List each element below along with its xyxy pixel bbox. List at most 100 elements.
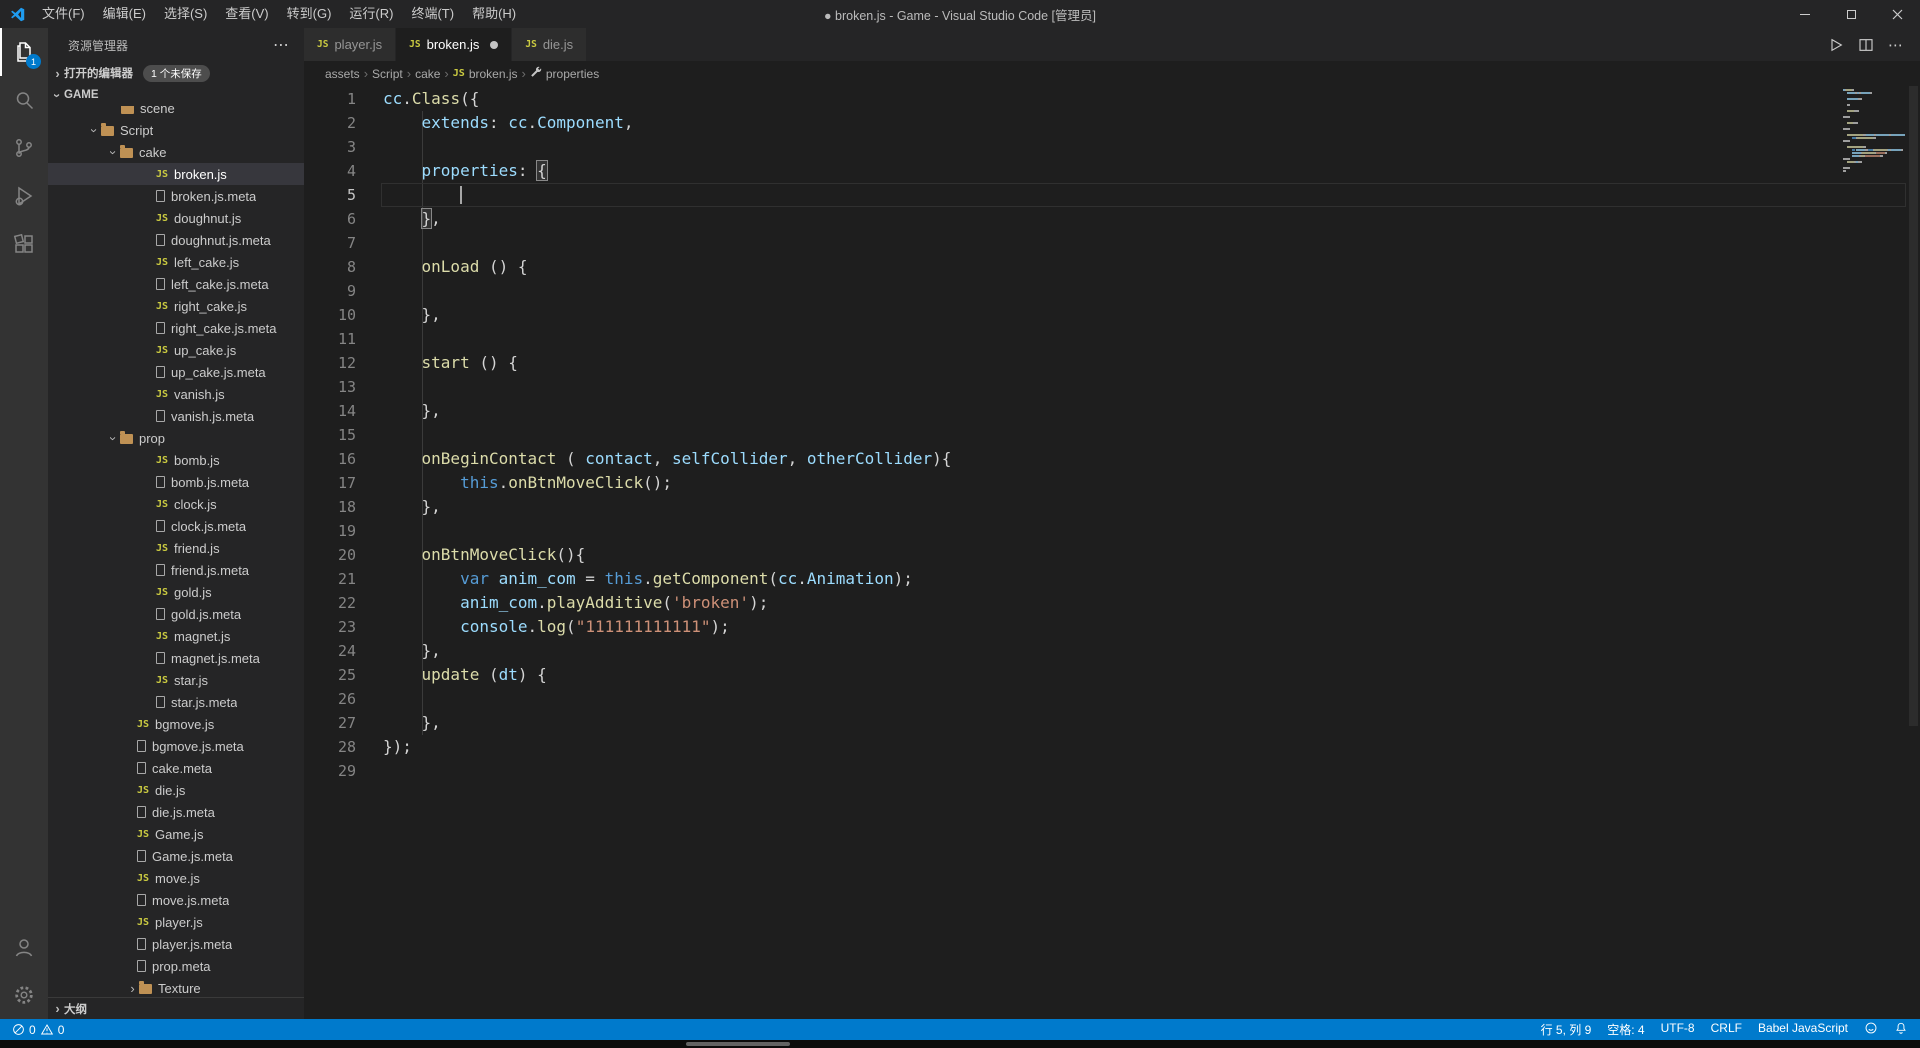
code-line-28[interactable]: 28}); — [304, 735, 1920, 759]
tab-broken.js[interactable]: JS broken.js — [396, 28, 513, 61]
tree-item-right_cake.js[interactable]: JS right_cake.js — [48, 295, 304, 317]
open-editors-section-header[interactable]: › 打开的编辑器 1 个未保存 — [48, 62, 304, 84]
notifications-button[interactable] — [1886, 1021, 1916, 1035]
code-line-17[interactable]: 17 this.onBtnMoveClick(); — [304, 471, 1920, 495]
breadcrumb-item-Script[interactable]: Script — [372, 67, 403, 81]
tree-item-scene[interactable]: scene — [48, 106, 304, 119]
outline-section-header[interactable]: › 大纲 — [48, 997, 304, 1019]
menu-item-6[interactable]: 运行(R) — [340, 0, 402, 28]
project-section-header[interactable]: › GAME — [48, 84, 304, 106]
tree-item-broken.js.meta[interactable]: broken.js.meta — [48, 185, 304, 207]
problems-status[interactable]: 0 0 — [4, 1023, 72, 1037]
language-mode-status[interactable]: Babel JavaScript — [1750, 1021, 1856, 1035]
editor-scrollbar[interactable] — [1906, 86, 1920, 1019]
code-line-13[interactable]: 13 — [304, 375, 1920, 399]
tree-item-clock.js.meta[interactable]: clock.js.meta — [48, 515, 304, 537]
code-line-27[interactable]: 27 }, — [304, 711, 1920, 735]
encoding-status[interactable]: UTF-8 — [1653, 1021, 1703, 1035]
tree-item-bgmove.js[interactable]: JS bgmove.js — [48, 713, 304, 735]
tree-item-player.js[interactable]: JS player.js — [48, 911, 304, 933]
unsaved-dot-icon[interactable] — [490, 40, 499, 49]
code-line-7[interactable]: 7 — [304, 231, 1920, 255]
search-activity-button[interactable] — [0, 76, 48, 124]
maximize-button[interactable] — [1828, 0, 1874, 28]
indentation-status[interactable]: 空格: 4 — [1599, 1021, 1652, 1038]
tree-item-broken.js[interactable]: JS broken.js — [48, 163, 304, 185]
tree-item-doughnut.js[interactable]: JS doughnut.js — [48, 207, 304, 229]
tree-item-up_cake.js[interactable]: JS up_cake.js — [48, 339, 304, 361]
breadcrumb-item-properties[interactable]: properties — [530, 66, 599, 81]
tree-item-left_cake.js.meta[interactable]: left_cake.js.meta — [48, 273, 304, 295]
source-control-activity-button[interactable] — [0, 124, 48, 172]
feedback-button[interactable] — [1856, 1021, 1886, 1035]
tree-item-clock.js[interactable]: JS clock.js — [48, 493, 304, 515]
tree-item-player.js.meta[interactable]: player.js.meta — [48, 933, 304, 955]
tree-item-left_cake.js[interactable]: JS left_cake.js — [48, 251, 304, 273]
tree-item-Texture[interactable]: › Texture — [48, 977, 304, 997]
tree-item-Game.js[interactable]: JS Game.js — [48, 823, 304, 845]
breadcrumb-item-broken.js[interactable]: JS broken.js — [453, 67, 518, 81]
tree-item-Game.js.meta[interactable]: Game.js.meta — [48, 845, 304, 867]
tree-item-cake[interactable]: › cake — [48, 141, 304, 163]
tree-item-bomb.js[interactable]: JS bomb.js — [48, 449, 304, 471]
menu-item-7[interactable]: 终端(T) — [402, 0, 463, 28]
tree-item-vanish.js[interactable]: JS vanish.js — [48, 383, 304, 405]
menu-item-2[interactable]: 编辑(E) — [94, 0, 155, 28]
tree-item-prop[interactable]: › prop — [48, 427, 304, 449]
menu-item-8[interactable]: 帮助(H) — [463, 0, 525, 28]
tree-item-move.js[interactable]: JS move.js — [48, 867, 304, 889]
code-line-3[interactable]: 3 — [304, 135, 1920, 159]
menu-item-4[interactable]: 查看(V) — [216, 0, 277, 28]
menu-item-1[interactable]: 文件(F) — [33, 0, 94, 28]
run-button[interactable] — [1822, 31, 1850, 59]
tree-item-gold.js.meta[interactable]: gold.js.meta — [48, 603, 304, 625]
code-line-9[interactable]: 9 — [304, 279, 1920, 303]
code-line-8[interactable]: 8 onLoad () { — [304, 255, 1920, 279]
breadcrumb-item-assets[interactable]: assets — [325, 67, 360, 81]
tree-item-vanish.js.meta[interactable]: vanish.js.meta — [48, 405, 304, 427]
code-line-12[interactable]: 12 start () { — [304, 351, 1920, 375]
code-line-5[interactable]: 5 — [304, 183, 1920, 207]
tree-item-friend.js[interactable]: JS friend.js — [48, 537, 304, 559]
horizontal-scrollbar-thumb[interactable] — [686, 1042, 790, 1046]
tree-item-bgmove.js.meta[interactable]: bgmove.js.meta — [48, 735, 304, 757]
cursor-position-status[interactable]: 行 5, 列 9 — [1533, 1021, 1600, 1038]
code-line-19[interactable]: 19 — [304, 519, 1920, 543]
settings-button[interactable] — [0, 971, 48, 1019]
code-line-16[interactable]: 16 onBeginContact ( contact, selfCollide… — [304, 447, 1920, 471]
tree-item-prop.meta[interactable]: prop.meta — [48, 955, 304, 977]
minimize-button[interactable] — [1782, 0, 1828, 28]
tree-item-bomb.js.meta[interactable]: bomb.js.meta — [48, 471, 304, 493]
code-line-24[interactable]: 24 }, — [304, 639, 1920, 663]
code-line-21[interactable]: 21 var anim_com = this.getComponent(cc.A… — [304, 567, 1920, 591]
split-editor-button[interactable] — [1852, 31, 1880, 59]
code-line-25[interactable]: 25 update (dt) { — [304, 663, 1920, 687]
extensions-activity-button[interactable] — [0, 220, 48, 268]
tree-item-star.js[interactable]: JS star.js — [48, 669, 304, 691]
code-editor[interactable]: 1 cc.Class({2 extends: cc.Component, 3 4 pr… — [304, 86, 1920, 1019]
code-line-10[interactable]: 10 }, — [304, 303, 1920, 327]
menu-item-3[interactable]: 选择(S) — [155, 0, 216, 28]
tree-item-cake.meta[interactable]: cake.meta — [48, 757, 304, 779]
breadcrumb-item-cake[interactable]: cake — [415, 67, 440, 81]
close-button[interactable] — [1874, 0, 1920, 28]
code-line-1[interactable]: 1 cc.Class({ — [304, 87, 1920, 111]
tree-item-friend.js.meta[interactable]: friend.js.meta — [48, 559, 304, 581]
run-debug-activity-button[interactable] — [0, 172, 48, 220]
tree-item-die.js[interactable]: JS die.js — [48, 779, 304, 801]
code-line-18[interactable]: 18 }, — [304, 495, 1920, 519]
tree-item-up_cake.js.meta[interactable]: up_cake.js.meta — [48, 361, 304, 383]
menu-item-5[interactable]: 转到(G) — [278, 0, 341, 28]
code-line-6[interactable]: 6 }, — [304, 207, 1920, 231]
explorer-activity-button[interactable]: 1 — [0, 28, 48, 76]
code-line-11[interactable]: 11 — [304, 327, 1920, 351]
code-line-4[interactable]: 4 properties: { — [304, 159, 1920, 183]
scrollbar-thumb[interactable] — [1909, 86, 1918, 726]
code-line-23[interactable]: 23 console.log("111111111111"); — [304, 615, 1920, 639]
tree-item-magnet.js[interactable]: JS magnet.js — [48, 625, 304, 647]
tree-item-gold.js[interactable]: JS gold.js — [48, 581, 304, 603]
account-button[interactable] — [0, 923, 48, 971]
tree-item-die.js.meta[interactable]: die.js.meta — [48, 801, 304, 823]
code-line-29[interactable]: 29 — [304, 759, 1920, 783]
tree-item-right_cake.js.meta[interactable]: right_cake.js.meta — [48, 317, 304, 339]
